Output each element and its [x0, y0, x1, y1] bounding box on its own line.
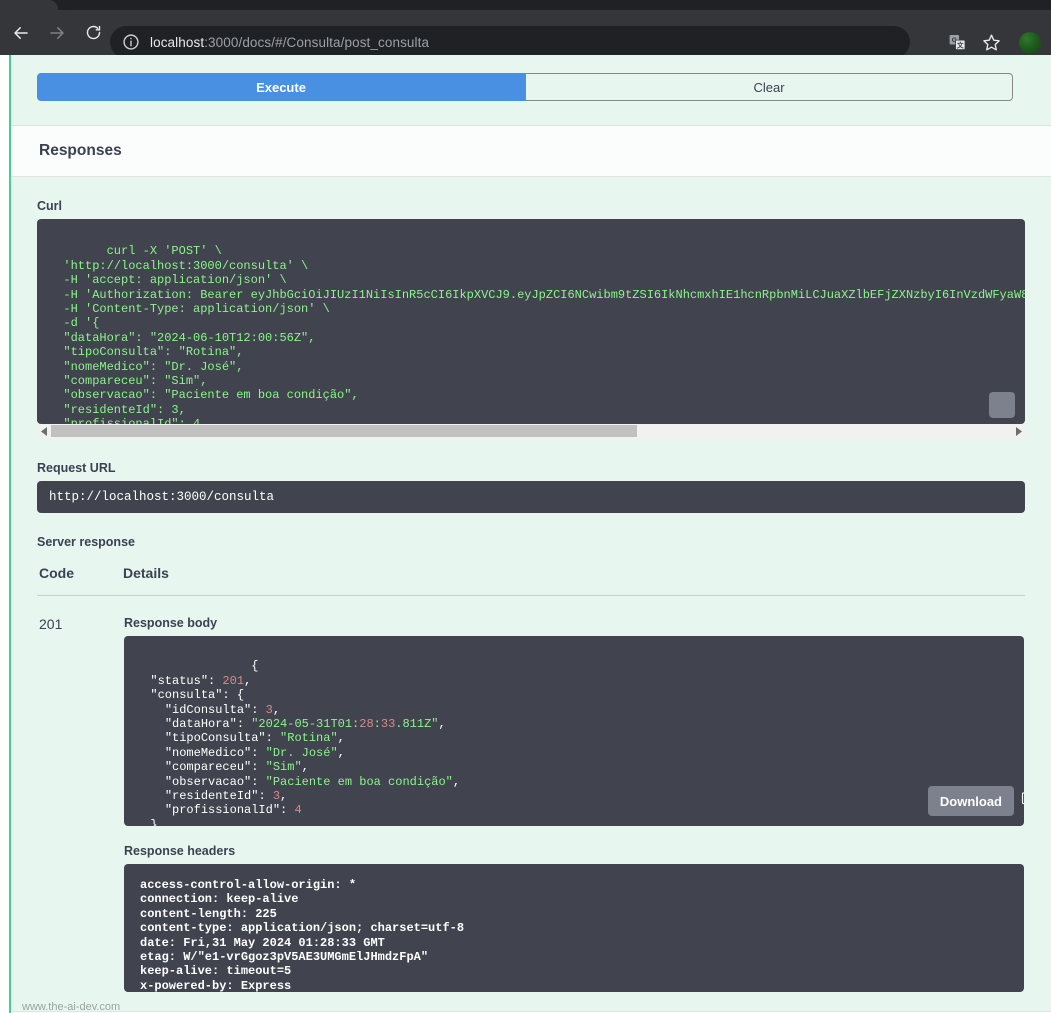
- responses-section-header: Responses: [11, 125, 1051, 177]
- address-bar-path: :3000/docs/#/Consulta/post_consulta: [204, 34, 430, 50]
- table-row: 201 Response body { "status": 201, "cons…: [37, 596, 1025, 994]
- curl-scrollbar-thumb[interactable]: [51, 425, 637, 437]
- responses-body: Curl curl -X 'POST' \ 'http://localhost:…: [11, 199, 1051, 993]
- forward-arrow-icon: [48, 24, 66, 42]
- browser-tabstrip: [0, 0, 1051, 10]
- reload-icon: [85, 24, 102, 41]
- response-headers-label: Response headers: [124, 844, 236, 858]
- browser-chrome: localhost:3000/docs/#/Consulta/post_cons…: [0, 0, 1051, 58]
- curl-scrollbar-track[interactable]: [51, 423, 1011, 439]
- download-button[interactable]: Download: [927, 786, 1014, 816]
- address-bar-url: localhost:3000/docs/#/Consulta/post_cons…: [150, 35, 429, 50]
- translate-icon[interactable]: G 文: [943, 29, 971, 57]
- info-circle-icon[interactable]: [122, 33, 140, 51]
- bookmark-star-icon[interactable]: [977, 29, 1005, 57]
- swagger-operation-block: Execute Clear Responses Curl curl -X 'PO…: [9, 55, 1051, 1013]
- page-watermark: www.the-ai-dev.com: [22, 1001, 121, 1013]
- response-details-cell: Response body { "status": 201, "consulta…: [123, 596, 1025, 994]
- reload-button[interactable]: [78, 18, 108, 48]
- address-bar-host: localhost: [150, 34, 205, 50]
- scroll-right-arrow-icon[interactable]: [1011, 423, 1025, 439]
- table-header-row: Code Details: [37, 565, 1025, 596]
- column-header-details: Details: [123, 565, 1025, 596]
- response-body-text: { "status": 201, "consulta": { "idConsul…: [150, 659, 461, 826]
- response-status-code: 201: [39, 616, 63, 632]
- curl-code-text: curl -X 'POST' \ 'http://localhost:3000/…: [49, 244, 1025, 424]
- execute-button[interactable]: Execute: [37, 73, 525, 101]
- server-response-label: Server response: [37, 535, 135, 549]
- request-url-value: http://localhost:3000/consulta: [37, 481, 1025, 513]
- address-bar[interactable]: localhost:3000/docs/#/Consulta/post_cons…: [110, 26, 910, 58]
- server-response-table: Code Details 201 Response body { "status…: [37, 565, 1025, 993]
- responses-heading: Responses: [39, 142, 122, 159]
- response-body-label: Response body: [124, 616, 218, 630]
- back-arrow-icon: [12, 24, 30, 42]
- browser-toolbar: localhost:3000/docs/#/Consulta/post_cons…: [0, 10, 1051, 58]
- page-viewport: Execute Clear Responses Curl curl -X 'PO…: [0, 55, 1051, 1013]
- scroll-left-arrow-icon[interactable]: [37, 423, 51, 439]
- curl-code-block[interactable]: curl -X 'POST' \ 'http://localhost:3000/…: [37, 219, 1025, 424]
- browser-tab-active[interactable]: [0, 0, 68, 10]
- svg-text:文: 文: [956, 41, 963, 50]
- column-header-code: Code: [37, 565, 123, 596]
- profile-avatar[interactable]: [1019, 31, 1041, 54]
- back-button[interactable]: [6, 18, 36, 48]
- copy-to-clipboard-icon: [951, 381, 1025, 424]
- execute-clear-row: Execute Clear: [11, 55, 1051, 125]
- response-body-code-block[interactable]: { "status": 201, "consulta": { "idConsul…: [124, 636, 1024, 826]
- request-url-label: Request URL: [37, 461, 116, 475]
- forward-button[interactable]: [42, 18, 72, 48]
- curl-copy-button[interactable]: [989, 392, 1015, 418]
- curl-horizontal-scrollbar[interactable]: [37, 423, 1025, 439]
- response-headers-code-block: access-control-allow-origin: * connectio…: [124, 864, 1024, 992]
- clear-button[interactable]: Clear: [525, 73, 1013, 101]
- curl-label: Curl: [37, 199, 62, 213]
